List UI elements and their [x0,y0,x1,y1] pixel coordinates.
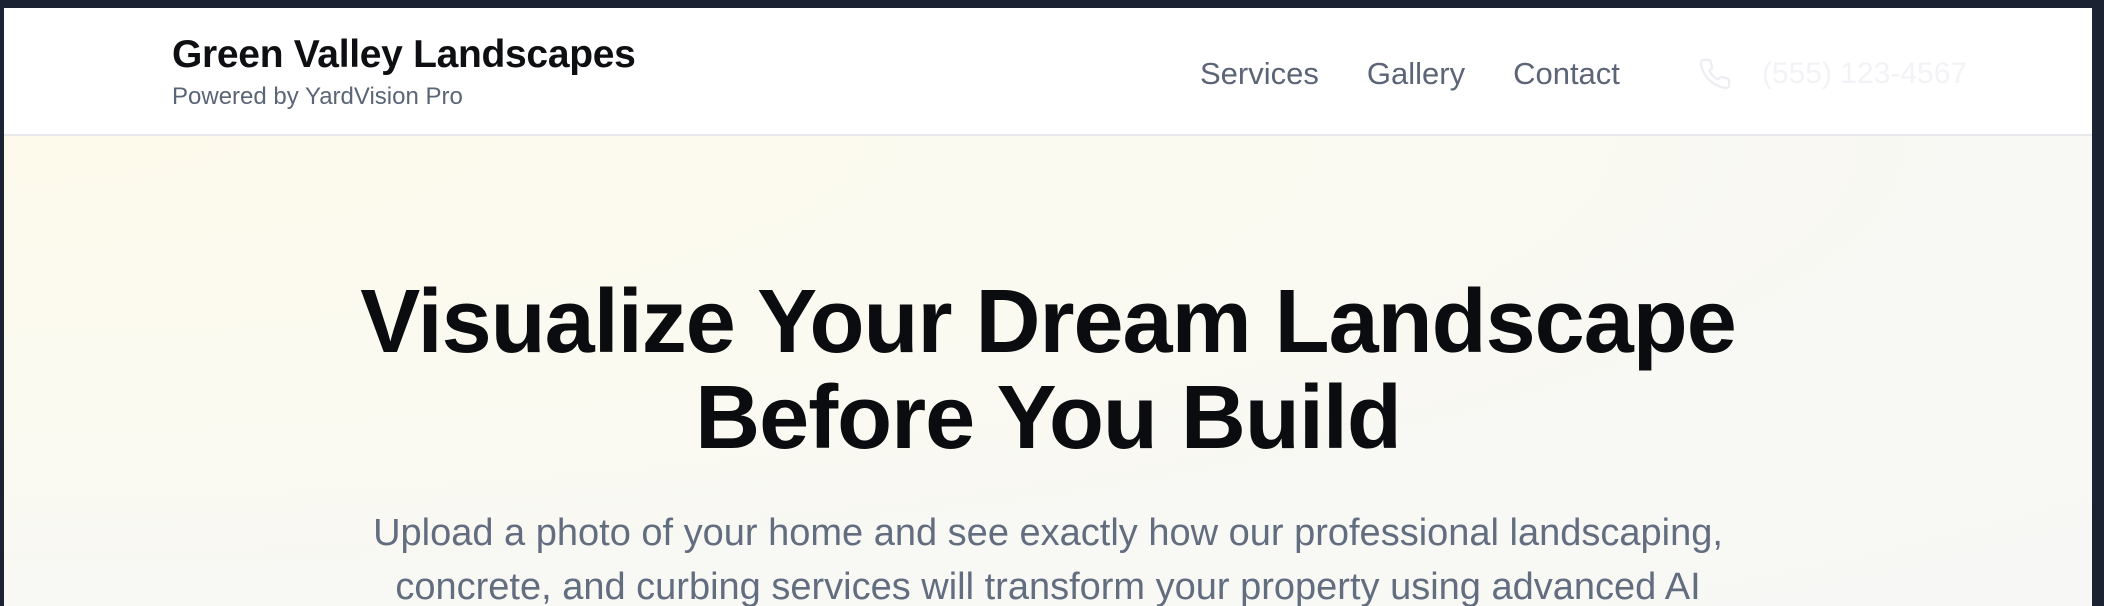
hero-title-line-2: Before You Build [695,368,1402,468]
phone-number: (555) 123-4567 [1761,57,1968,90]
hero-section: Visualize Your Dream Landscape Before Yo… [4,136,2092,606]
hero-subtitle: Upload a photo of your home and see exac… [4,506,2092,606]
phone-link[interactable]: (555) 123-4567 [1698,54,1967,94]
nav-link-contact[interactable]: Contact [1513,54,1620,94]
brand-tagline: Powered by YardVision Pro [172,83,463,110]
brand[interactable]: Green Valley Landscapes Powered by YardV… [172,32,636,112]
nav-link-gallery[interactable]: Gallery [1367,54,1465,94]
hero-title: Visualize Your Dream Landscape Before Yo… [4,274,2092,466]
hero-subtitle-line-1: Upload a photo of your home and see exac… [373,512,1723,554]
site-header: Green Valley Landscapes Powered by YardV… [4,8,2092,136]
browser-viewport: Green Valley Landscapes Powered by YardV… [4,8,2092,606]
main-nav: Services Gallery Contact (555) 123-4567 [1200,54,1967,94]
hero-subtitle-line-2: concrete, and curbing services will tran… [395,566,1701,606]
hero-title-line-1: Visualize Your Dream Landscape [360,272,1737,372]
nav-link-services[interactable]: Services [1200,54,1319,94]
phone-icon [1698,57,1732,91]
brand-name: Green Valley Landscapes [172,33,636,76]
